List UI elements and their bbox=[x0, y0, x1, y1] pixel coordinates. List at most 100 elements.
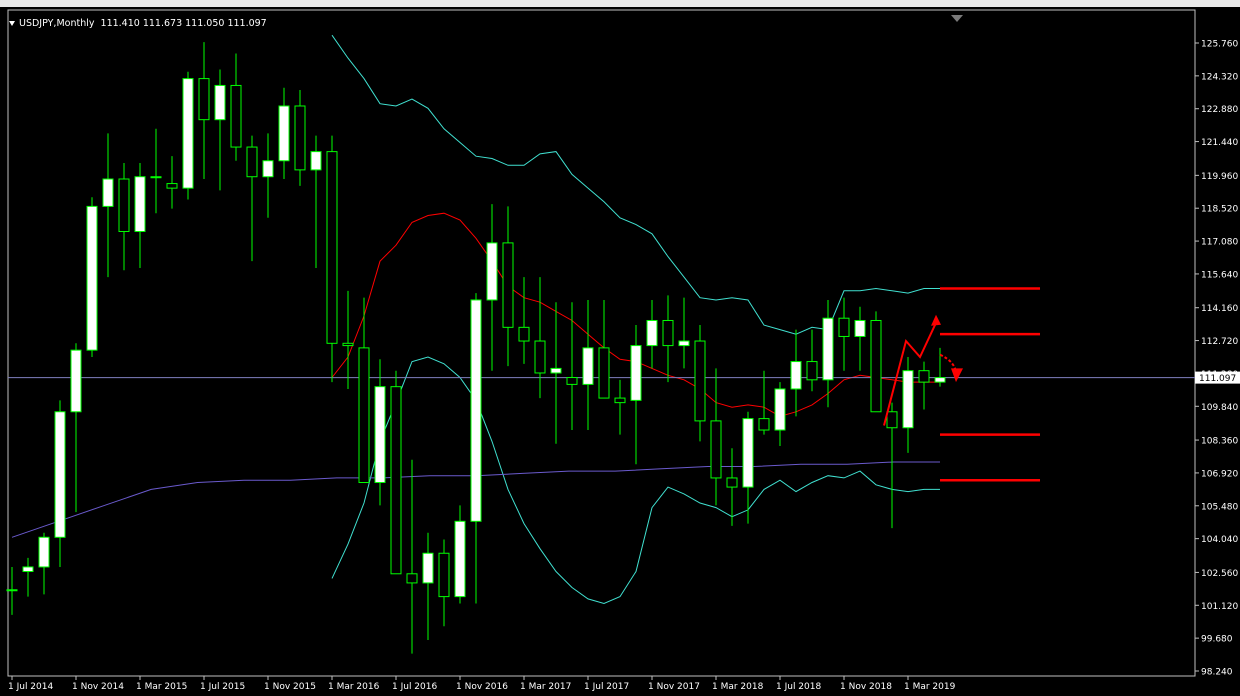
window-top-strip bbox=[0, 0, 1240, 7]
time-label: 1 Jul 2014 bbox=[8, 682, 53, 692]
candle-body bbox=[934, 377, 946, 383]
time-label: 1 Mar 2016 bbox=[328, 682, 380, 692]
candle-body bbox=[486, 242, 498, 301]
candle-body bbox=[870, 319, 882, 413]
price-label: 125.760 bbox=[1201, 40, 1238, 50]
candle-body bbox=[422, 552, 434, 584]
candle-body bbox=[518, 326, 530, 342]
time-label: 1 Mar 2017 bbox=[520, 682, 571, 692]
time-label: 1 Nov 2014 bbox=[72, 682, 124, 692]
price-label: 124.320 bbox=[1201, 72, 1238, 82]
bollinger-upper-line bbox=[331, 34, 940, 335]
candle-body bbox=[182, 78, 194, 189]
candle-body bbox=[838, 317, 850, 337]
pullback-arrowhead-icon bbox=[951, 368, 963, 383]
price-label: 98.240 bbox=[1201, 668, 1233, 678]
candle-body bbox=[166, 183, 178, 189]
candle-body bbox=[310, 151, 322, 171]
candle-body bbox=[374, 386, 386, 484]
time-label: 1 Nov 2017 bbox=[648, 682, 700, 692]
price-chart[interactable]: 125.760 124.320 122.880 121.440 119.960 118.5… bbox=[0, 7, 1240, 696]
candle-body bbox=[6, 589, 18, 592]
candle-body bbox=[70, 349, 82, 413]
candle-body bbox=[406, 573, 418, 584]
candle-body bbox=[470, 299, 482, 522]
price-label: 105.480 bbox=[1201, 502, 1238, 512]
candle-body bbox=[262, 160, 274, 178]
candle-body bbox=[134, 176, 146, 232]
candle-body bbox=[758, 418, 770, 431]
time-label: 1 Jul 2017 bbox=[584, 682, 629, 692]
price-label: 104.040 bbox=[1201, 535, 1238, 545]
candle-body bbox=[278, 105, 290, 162]
price-label: 108.360 bbox=[1201, 437, 1238, 447]
chart-shift-marker-icon[interactable] bbox=[951, 15, 963, 22]
candle-body bbox=[390, 386, 402, 575]
time-label: 1 Nov 2016 bbox=[456, 682, 508, 692]
price-label: 109.840 bbox=[1201, 403, 1238, 413]
candle-body bbox=[118, 178, 130, 232]
time-label: 1 Nov 2018 bbox=[840, 682, 892, 692]
price-label: 99.680 bbox=[1201, 635, 1233, 645]
candle-body bbox=[582, 347, 594, 385]
chart-window[interactable]: 125.760 124.320 122.880 121.440 119.960 118.5… bbox=[0, 7, 1240, 696]
arrowhead-icon bbox=[931, 314, 941, 326]
price-label: 122.880 bbox=[1201, 105, 1238, 115]
candle-body bbox=[662, 319, 674, 347]
time-label: 1 Jul 2016 bbox=[392, 682, 437, 692]
candle-body bbox=[534, 340, 546, 374]
candle-body bbox=[326, 151, 338, 344]
time-label: 1 Jul 2018 bbox=[776, 682, 821, 692]
ohlc-readout: 111.410 111.673 111.050 111.097 bbox=[100, 18, 267, 29]
candle-body bbox=[822, 317, 834, 381]
price-label: 106.920 bbox=[1201, 469, 1238, 479]
candle-body bbox=[342, 342, 354, 347]
price-label: 115.640 bbox=[1201, 270, 1238, 280]
time-label: 1 Nov 2015 bbox=[264, 682, 316, 692]
candle-body bbox=[294, 105, 306, 171]
candle-body bbox=[694, 340, 706, 422]
candle-body bbox=[902, 370, 914, 429]
candle-body bbox=[614, 397, 626, 404]
candle-body bbox=[774, 388, 786, 431]
candle-body bbox=[22, 566, 34, 573]
chart-header: USDJPY,Monthly 111.410 111.673 111.050 1… bbox=[9, 18, 267, 29]
time-label: 1 Jul 2015 bbox=[200, 682, 245, 692]
candle-body bbox=[710, 420, 722, 479]
candle-body bbox=[86, 205, 98, 351]
candle-body bbox=[214, 84, 226, 121]
candle-body bbox=[54, 411, 66, 538]
candle-body bbox=[438, 552, 450, 598]
price-label: 117.080 bbox=[1201, 238, 1238, 248]
price-label: 102.560 bbox=[1201, 569, 1238, 579]
price-label: 112.720 bbox=[1201, 337, 1238, 347]
price-label: 121.440 bbox=[1201, 138, 1238, 148]
candle-body bbox=[886, 411, 898, 429]
caret-down-icon[interactable] bbox=[9, 21, 15, 26]
candle-body bbox=[742, 418, 754, 488]
candle-body bbox=[646, 319, 658, 347]
candle-body bbox=[454, 520, 466, 598]
candle-body bbox=[790, 361, 802, 390]
candle-body bbox=[630, 345, 642, 401]
candle-body bbox=[38, 536, 50, 568]
candle-body bbox=[726, 477, 738, 488]
candle-body bbox=[854, 319, 866, 337]
candle-body bbox=[806, 361, 818, 381]
time-label: 1 Mar 2018 bbox=[712, 682, 764, 692]
candle-body bbox=[566, 377, 578, 385]
candle-body bbox=[246, 146, 258, 178]
candle-body bbox=[918, 370, 930, 383]
candle-body bbox=[102, 178, 114, 207]
candle-body bbox=[502, 242, 514, 328]
time-label: 1 Mar 2015 bbox=[136, 682, 187, 692]
candle-body bbox=[358, 347, 370, 484]
candle-body bbox=[550, 367, 562, 374]
price-label: 119.960 bbox=[1201, 172, 1238, 182]
candle-body bbox=[230, 84, 242, 148]
price-label: 114.160 bbox=[1201, 304, 1238, 314]
candle-body bbox=[150, 176, 162, 179]
candle-body bbox=[678, 340, 690, 347]
price-label: 118.520 bbox=[1201, 205, 1238, 215]
price-label: 101.120 bbox=[1201, 602, 1238, 612]
